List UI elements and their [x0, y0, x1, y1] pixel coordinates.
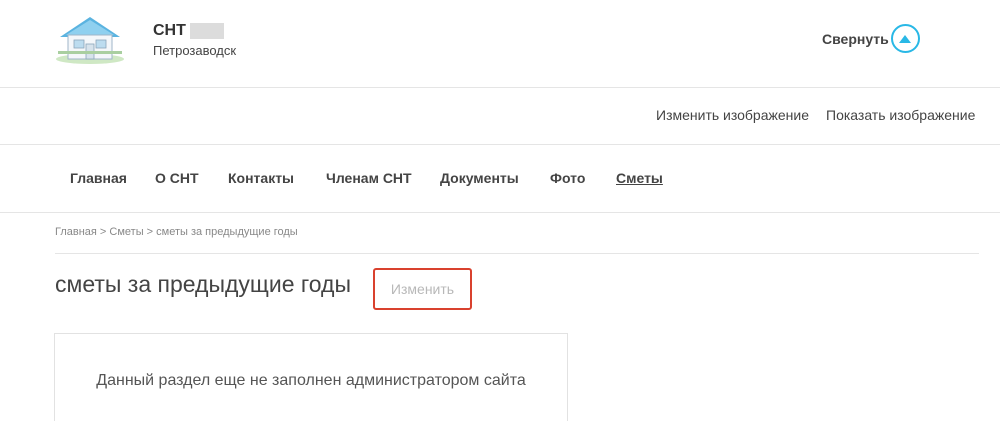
nav-item-documents[interactable]: Документы — [440, 170, 519, 186]
edit-button[interactable]: Изменить — [373, 268, 472, 310]
image-controls-bar: Изменить изображение Показать изображени… — [0, 88, 1000, 145]
nav-item-about[interactable]: О СНТ — [155, 170, 199, 186]
collapse-label: Свернуть — [822, 30, 889, 47]
site-name: СНТ — [153, 22, 224, 40]
divider — [55, 253, 979, 254]
empty-message: Данный раздел еще не заполнен администра… — [96, 372, 526, 389]
chevron-up-icon[interactable] — [890, 24, 920, 53]
nav-item-home[interactable]: Главная — [70, 170, 127, 186]
nav-item-photo[interactable]: Фото — [550, 170, 585, 186]
page-title: сметы за предыдущие годы — [55, 271, 352, 297]
main-nav: Главная О СНТ Контакты Членам СНТ Докуме… — [0, 145, 1000, 213]
change-image-link[interactable]: Изменить изображение — [656, 107, 809, 123]
nav-item-contacts[interactable]: Контакты — [228, 170, 294, 186]
site-name-text: СНТ — [153, 22, 186, 39]
nav-item-estimates[interactable]: Сметы — [616, 170, 663, 186]
collapse-button[interactable]: Свернуть — [822, 24, 920, 53]
house-logo-icon[interactable] — [52, 13, 128, 65]
site-city: Петрозаводск — [153, 43, 237, 58]
site-header: СНТ Петрозаводск Свернуть — [0, 0, 1000, 88]
nav-item-members[interactable]: Членам СНТ — [326, 170, 412, 186]
breadcrumb: Главная > Сметы > сметы за предыдущие го… — [55, 226, 298, 238]
redacted-name-block — [189, 23, 224, 39]
content-box: Данный раздел еще не заполнен администра… — [54, 333, 568, 421]
show-image-link[interactable]: Показать изображение — [826, 107, 975, 123]
